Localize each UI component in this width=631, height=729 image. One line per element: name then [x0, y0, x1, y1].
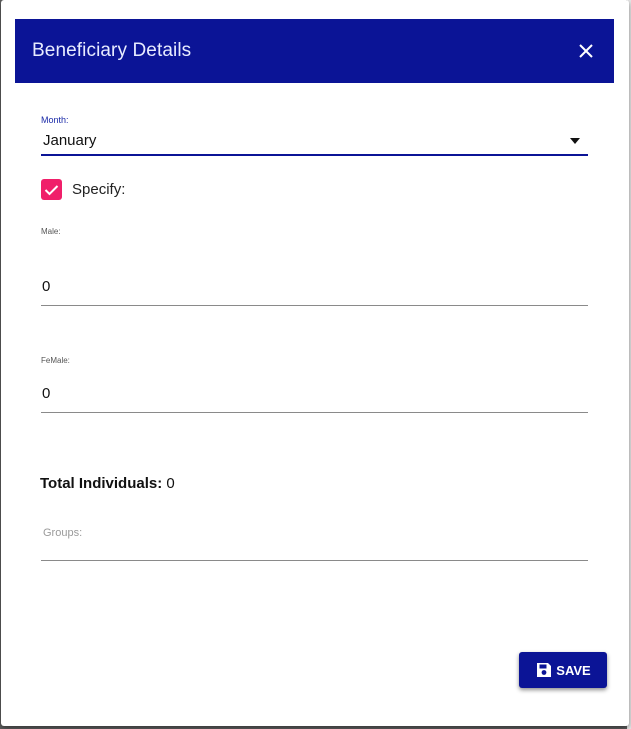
close-icon: [579, 44, 593, 58]
close-button[interactable]: [574, 39, 598, 63]
male-label: Male:: [41, 227, 61, 236]
total-individuals-label: Total Individuals:: [40, 475, 163, 492]
beneficiary-dialog: Beneficiary Details Month: January Speci…: [1, 0, 629, 726]
male-input[interactable]: [41, 278, 589, 295]
dropdown-arrow-icon: [570, 137, 580, 144]
groups-input[interactable]: [41, 527, 590, 539]
save-label: SAVE: [556, 662, 591, 678]
total-individuals-value: 0: [166, 475, 175, 492]
specify-checkbox[interactable]: [41, 179, 62, 200]
save-icon: [537, 663, 552, 677]
specify-label: Specify:: [72, 181, 126, 198]
total-individuals: Total Individuals: 0: [40, 475, 175, 492]
dialog-title: Beneficiary Details: [32, 40, 192, 61]
groups-field-container: [41, 523, 590, 561]
save-button[interactable]: SAVE: [519, 652, 607, 688]
dialog-header: Beneficiary Details: [15, 19, 614, 83]
checkmark-icon: [44, 184, 59, 195]
female-field-container: [41, 377, 589, 413]
month-value: January: [43, 132, 97, 149]
female-label: FeMale:: [41, 356, 70, 365]
month-label: Month:: [41, 115, 69, 125]
male-field-container: [41, 270, 589, 306]
female-input[interactable]: [41, 385, 589, 402]
month-select[interactable]: January: [41, 129, 588, 156]
